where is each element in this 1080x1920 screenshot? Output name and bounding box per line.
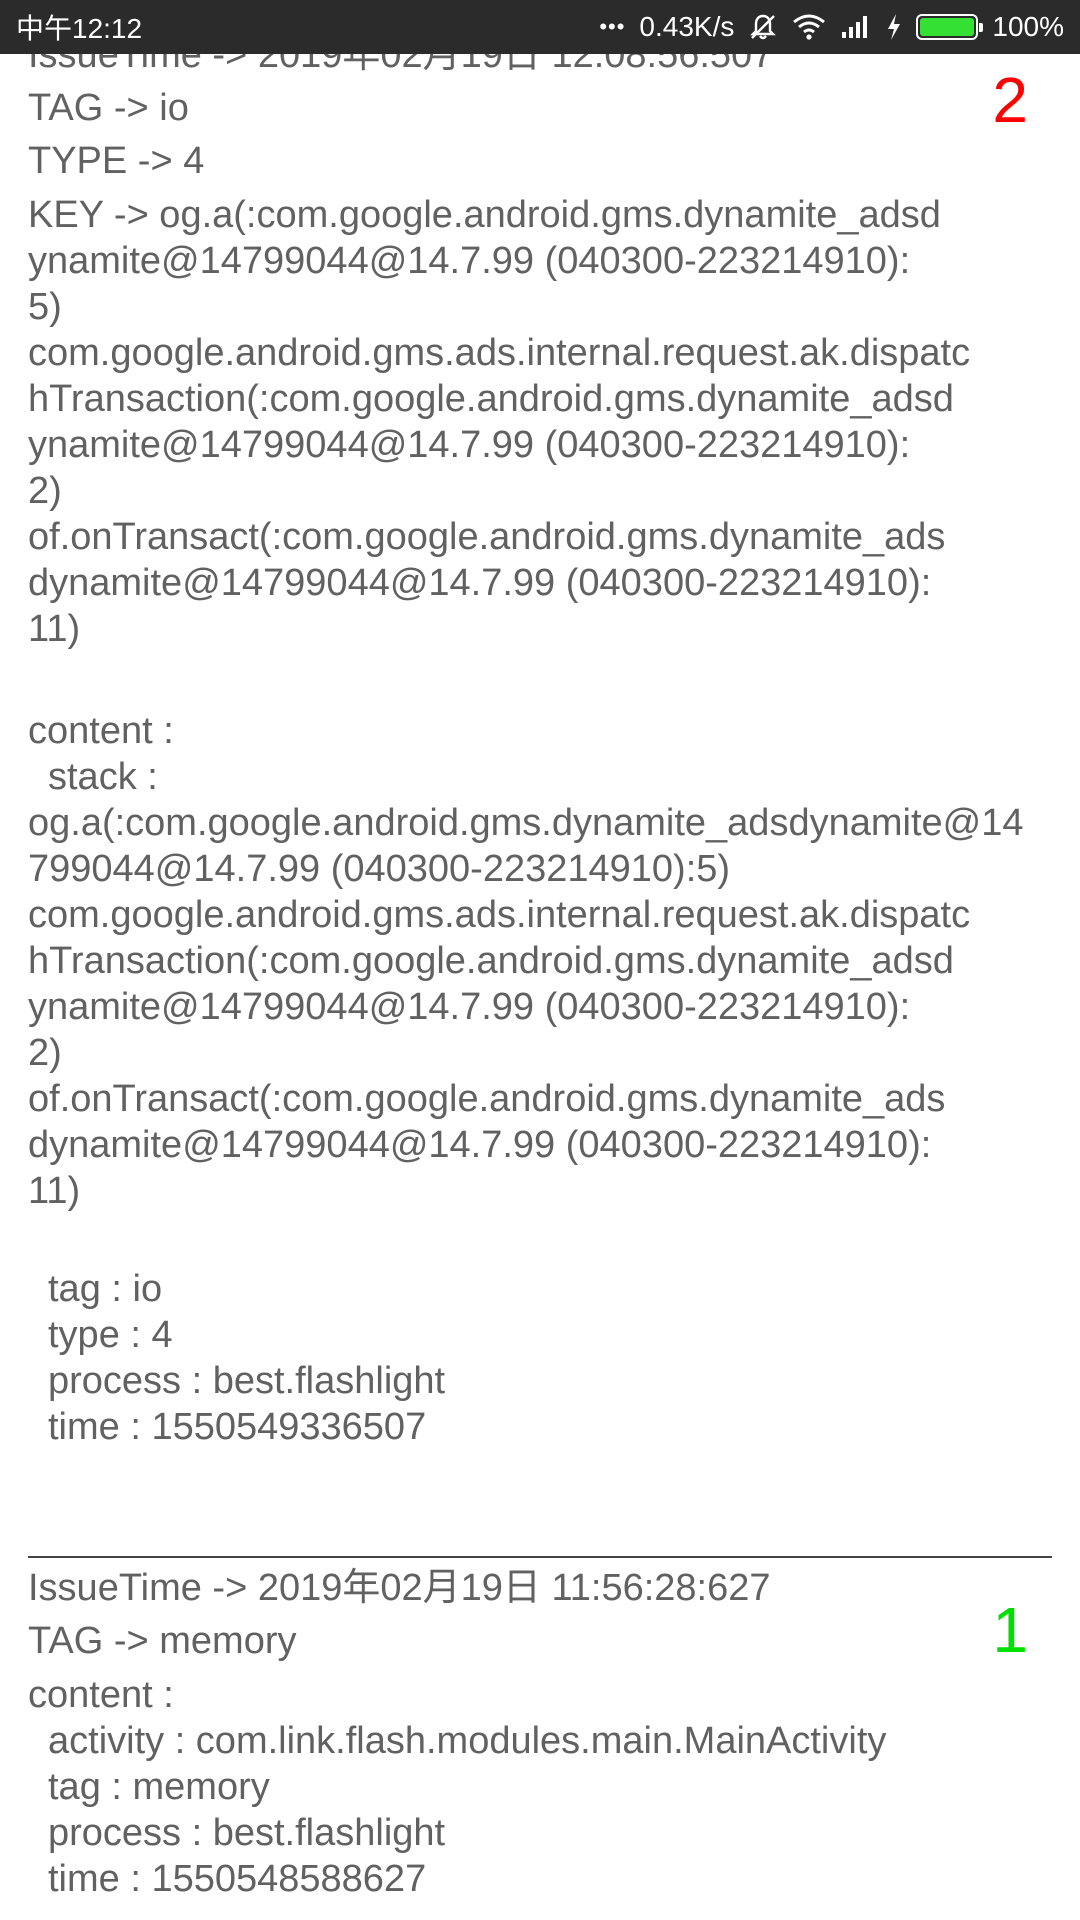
key-block: KEY -> og.a(:com.google.android.gms.dyna… — [28, 188, 1052, 652]
stack-block: og.a(:com.google.android.gms.dynamite_ad… — [28, 800, 1052, 1214]
content-label: content : — [28, 710, 174, 752]
mute-bell-icon — [748, 12, 778, 42]
charging-icon — [886, 13, 902, 41]
stack-line: of.onTransact(:com.google.android.gms.dy… — [28, 1078, 946, 1120]
detail-line: activity : com.link.flash.modules.main.M… — [48, 1720, 887, 1762]
key-line: com.google.android.gms.ads.internal.requ… — [28, 332, 971, 374]
wifi-icon — [792, 13, 826, 41]
details-block: activity : com.link.flash.modules.main.M… — [28, 1718, 1052, 1902]
detail-line: tag : memory — [48, 1766, 270, 1808]
detail-line: type : 4 — [48, 1314, 173, 1356]
key-line: hTransaction(:com.google.android.gms.dyn… — [28, 378, 954, 420]
stack-line: 2) — [28, 1032, 62, 1074]
key-line: of.onTransact(:com.google.android.gms.dy… — [28, 516, 946, 558]
key-line: 2) — [28, 470, 62, 512]
details-block: tag : io type : 4 process : best.flashli… — [28, 1266, 1052, 1450]
stack-line: dynamite@14799044@14.7.99 (040300-223214… — [28, 1124, 932, 1166]
key-line: ynamite@14799044@14.7.99 (040300-2232149… — [28, 424, 911, 466]
stack-label: stack : — [48, 756, 158, 798]
log-list[interactable]: 2 IssueTime -> 2019年02月19日 12:08:56:507 … — [0, 44, 1080, 1920]
content-label: content : — [28, 1674, 174, 1716]
record-number: 1 — [992, 1594, 1028, 1666]
battery-icon — [916, 14, 984, 40]
signal-icon — [840, 14, 872, 40]
stack-line: 799044@14.7.99 (040300-223214910):5) — [28, 848, 731, 890]
type-line: TYPE -> 4 — [28, 140, 205, 182]
issue-time: IssueTime -> 2019年02月19日 11:56:28:627 — [28, 1567, 771, 1609]
key-line: 5) — [28, 286, 62, 328]
tag-line: TAG -> memory — [28, 1620, 297, 1662]
stack-line: com.google.android.gms.ads.internal.requ… — [28, 894, 971, 936]
more-dots-icon: ••• — [599, 14, 626, 39]
stack-line: hTransaction(:com.google.android.gms.dyn… — [28, 940, 954, 982]
status-time: 中午12:12 — [16, 13, 143, 44]
detail-line: time : 1550548588627 — [48, 1858, 427, 1900]
detail-line: time : 1550549336507 — [48, 1406, 427, 1448]
key-line: dynamite@14799044@14.7.99 (040300-223214… — [28, 562, 932, 604]
log-record[interactable]: 2 IssueTime -> 2019年02月19日 12:08:56:507 … — [0, 44, 1080, 1556]
stack-line: 11) — [28, 1170, 81, 1212]
detail-line: process : best.flashlight — [48, 1812, 446, 1854]
network-speed: 0.43K/s — [639, 11, 735, 42]
stack-line: og.a(:com.google.android.gms.dynamite_ad… — [28, 802, 1024, 844]
key-line: KEY -> og.a(:com.google.android.gms.dyna… — [28, 194, 941, 236]
record-number: 2 — [992, 64, 1028, 136]
log-record[interactable]: 1 IssueTime -> 2019年02月19日 11:56:28:627 … — [0, 1558, 1080, 1902]
key-line: ynamite@14799044@14.7.99 (040300-2232149… — [28, 240, 911, 282]
tag-line: TAG -> io — [28, 87, 189, 129]
status-bar: 中午12:12 ••• 0.43K/s 100% — [0, 0, 1080, 54]
key-line: 11) — [28, 608, 81, 650]
stack-line: ynamite@14799044@14.7.99 (040300-2232149… — [28, 986, 911, 1028]
detail-line: process : best.flashlight — [48, 1360, 446, 1402]
battery-percent: 100% — [992, 11, 1064, 42]
detail-line: tag : io — [48, 1268, 163, 1310]
